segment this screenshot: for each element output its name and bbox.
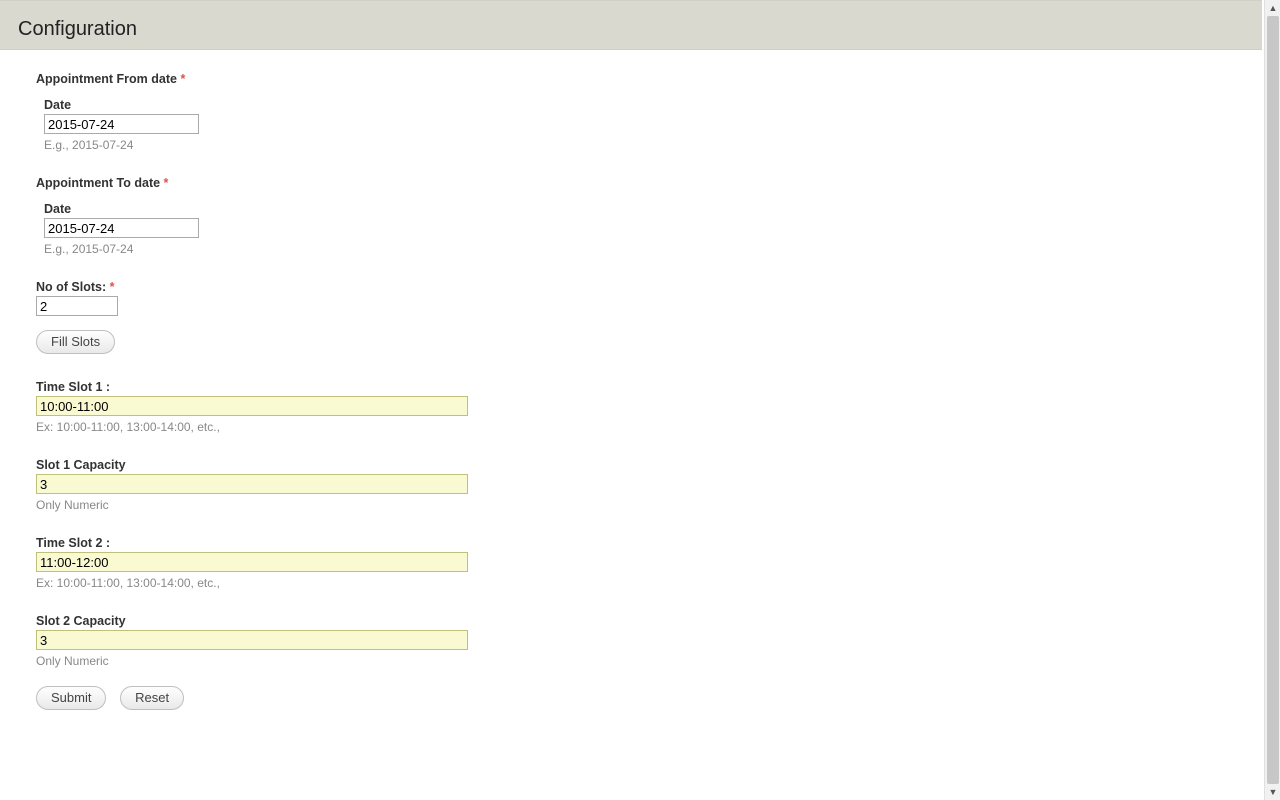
hint-from-date: E.g., 2015-07-24 [44, 138, 1244, 152]
label-slot-1-capacity: Slot 1 Capacity [36, 458, 1244, 472]
hint-to-date: E.g., 2015-07-24 [44, 242, 1244, 256]
required-marker: * [110, 280, 115, 294]
hint-time-slot-1: Ex: 10:00-11:00, 13:00-14:00, etc., [36, 420, 1244, 434]
label-appointment-from: Appointment From date * [36, 72, 1244, 86]
label-time-slot-2: Time Slot 2 : [36, 536, 1244, 550]
scroll-up-icon[interactable]: ▲ [1265, 0, 1280, 16]
label-appointment-from-text: Appointment From date [36, 72, 177, 86]
input-no-of-slots[interactable] [36, 296, 118, 316]
hint-time-slot-2: Ex: 10:00-11:00, 13:00-14:00, etc., [36, 576, 1244, 590]
field-appointment-from: Appointment From date * Date E.g., 2015-… [36, 72, 1244, 152]
field-appointment-to: Appointment To date * Date E.g., 2015-07… [36, 176, 1244, 256]
field-no-of-slots: No of Slots: * [36, 280, 1244, 316]
button-row: Submit Reset [36, 686, 1244, 710]
label-slot-2-capacity: Slot 2 Capacity [36, 614, 1244, 628]
field-slot-2-capacity: Slot 2 Capacity Only Numeric [36, 614, 1244, 668]
label-appointment-to-text: Appointment To date [36, 176, 160, 190]
page-title: Configuration [18, 18, 137, 41]
scroll-thumb[interactable] [1267, 16, 1279, 784]
fill-slots-button[interactable]: Fill Slots [36, 330, 115, 354]
label-no-of-slots-text: No of Slots: [36, 280, 106, 294]
field-fill-slots: Fill Slots [36, 330, 1244, 354]
field-slot-1-capacity: Slot 1 Capacity Only Numeric [36, 458, 1244, 512]
reset-button[interactable]: Reset [120, 686, 184, 710]
sublabel-to-date: Date [44, 202, 1244, 216]
hint-slot-2-capacity: Only Numeric [36, 654, 1244, 668]
header-bar: Configuration [0, 0, 1262, 50]
hint-slot-1-capacity: Only Numeric [36, 498, 1244, 512]
sublabel-from-date: Date [44, 98, 1244, 112]
form-content: Appointment From date * Date E.g., 2015-… [0, 50, 1262, 740]
submit-button[interactable]: Submit [36, 686, 106, 710]
label-time-slot-1: Time Slot 1 : [36, 380, 1244, 394]
label-appointment-to: Appointment To date * [36, 176, 1244, 190]
input-from-date[interactable] [44, 114, 199, 134]
required-marker: * [180, 72, 185, 86]
input-slot-2-capacity[interactable] [36, 630, 468, 650]
field-time-slot-2: Time Slot 2 : Ex: 10:00-11:00, 13:00-14:… [36, 536, 1244, 590]
field-time-slot-1: Time Slot 1 : Ex: 10:00-11:00, 13:00-14:… [36, 380, 1244, 434]
required-marker: * [164, 176, 169, 190]
scrollbar[interactable]: ▲ ▼ [1264, 0, 1280, 800]
label-no-of-slots: No of Slots: * [36, 280, 1244, 294]
input-to-date[interactable] [44, 218, 199, 238]
input-time-slot-2[interactable] [36, 552, 468, 572]
input-slot-1-capacity[interactable] [36, 474, 468, 494]
input-time-slot-1[interactable] [36, 396, 468, 416]
scroll-down-icon[interactable]: ▼ [1265, 784, 1280, 800]
